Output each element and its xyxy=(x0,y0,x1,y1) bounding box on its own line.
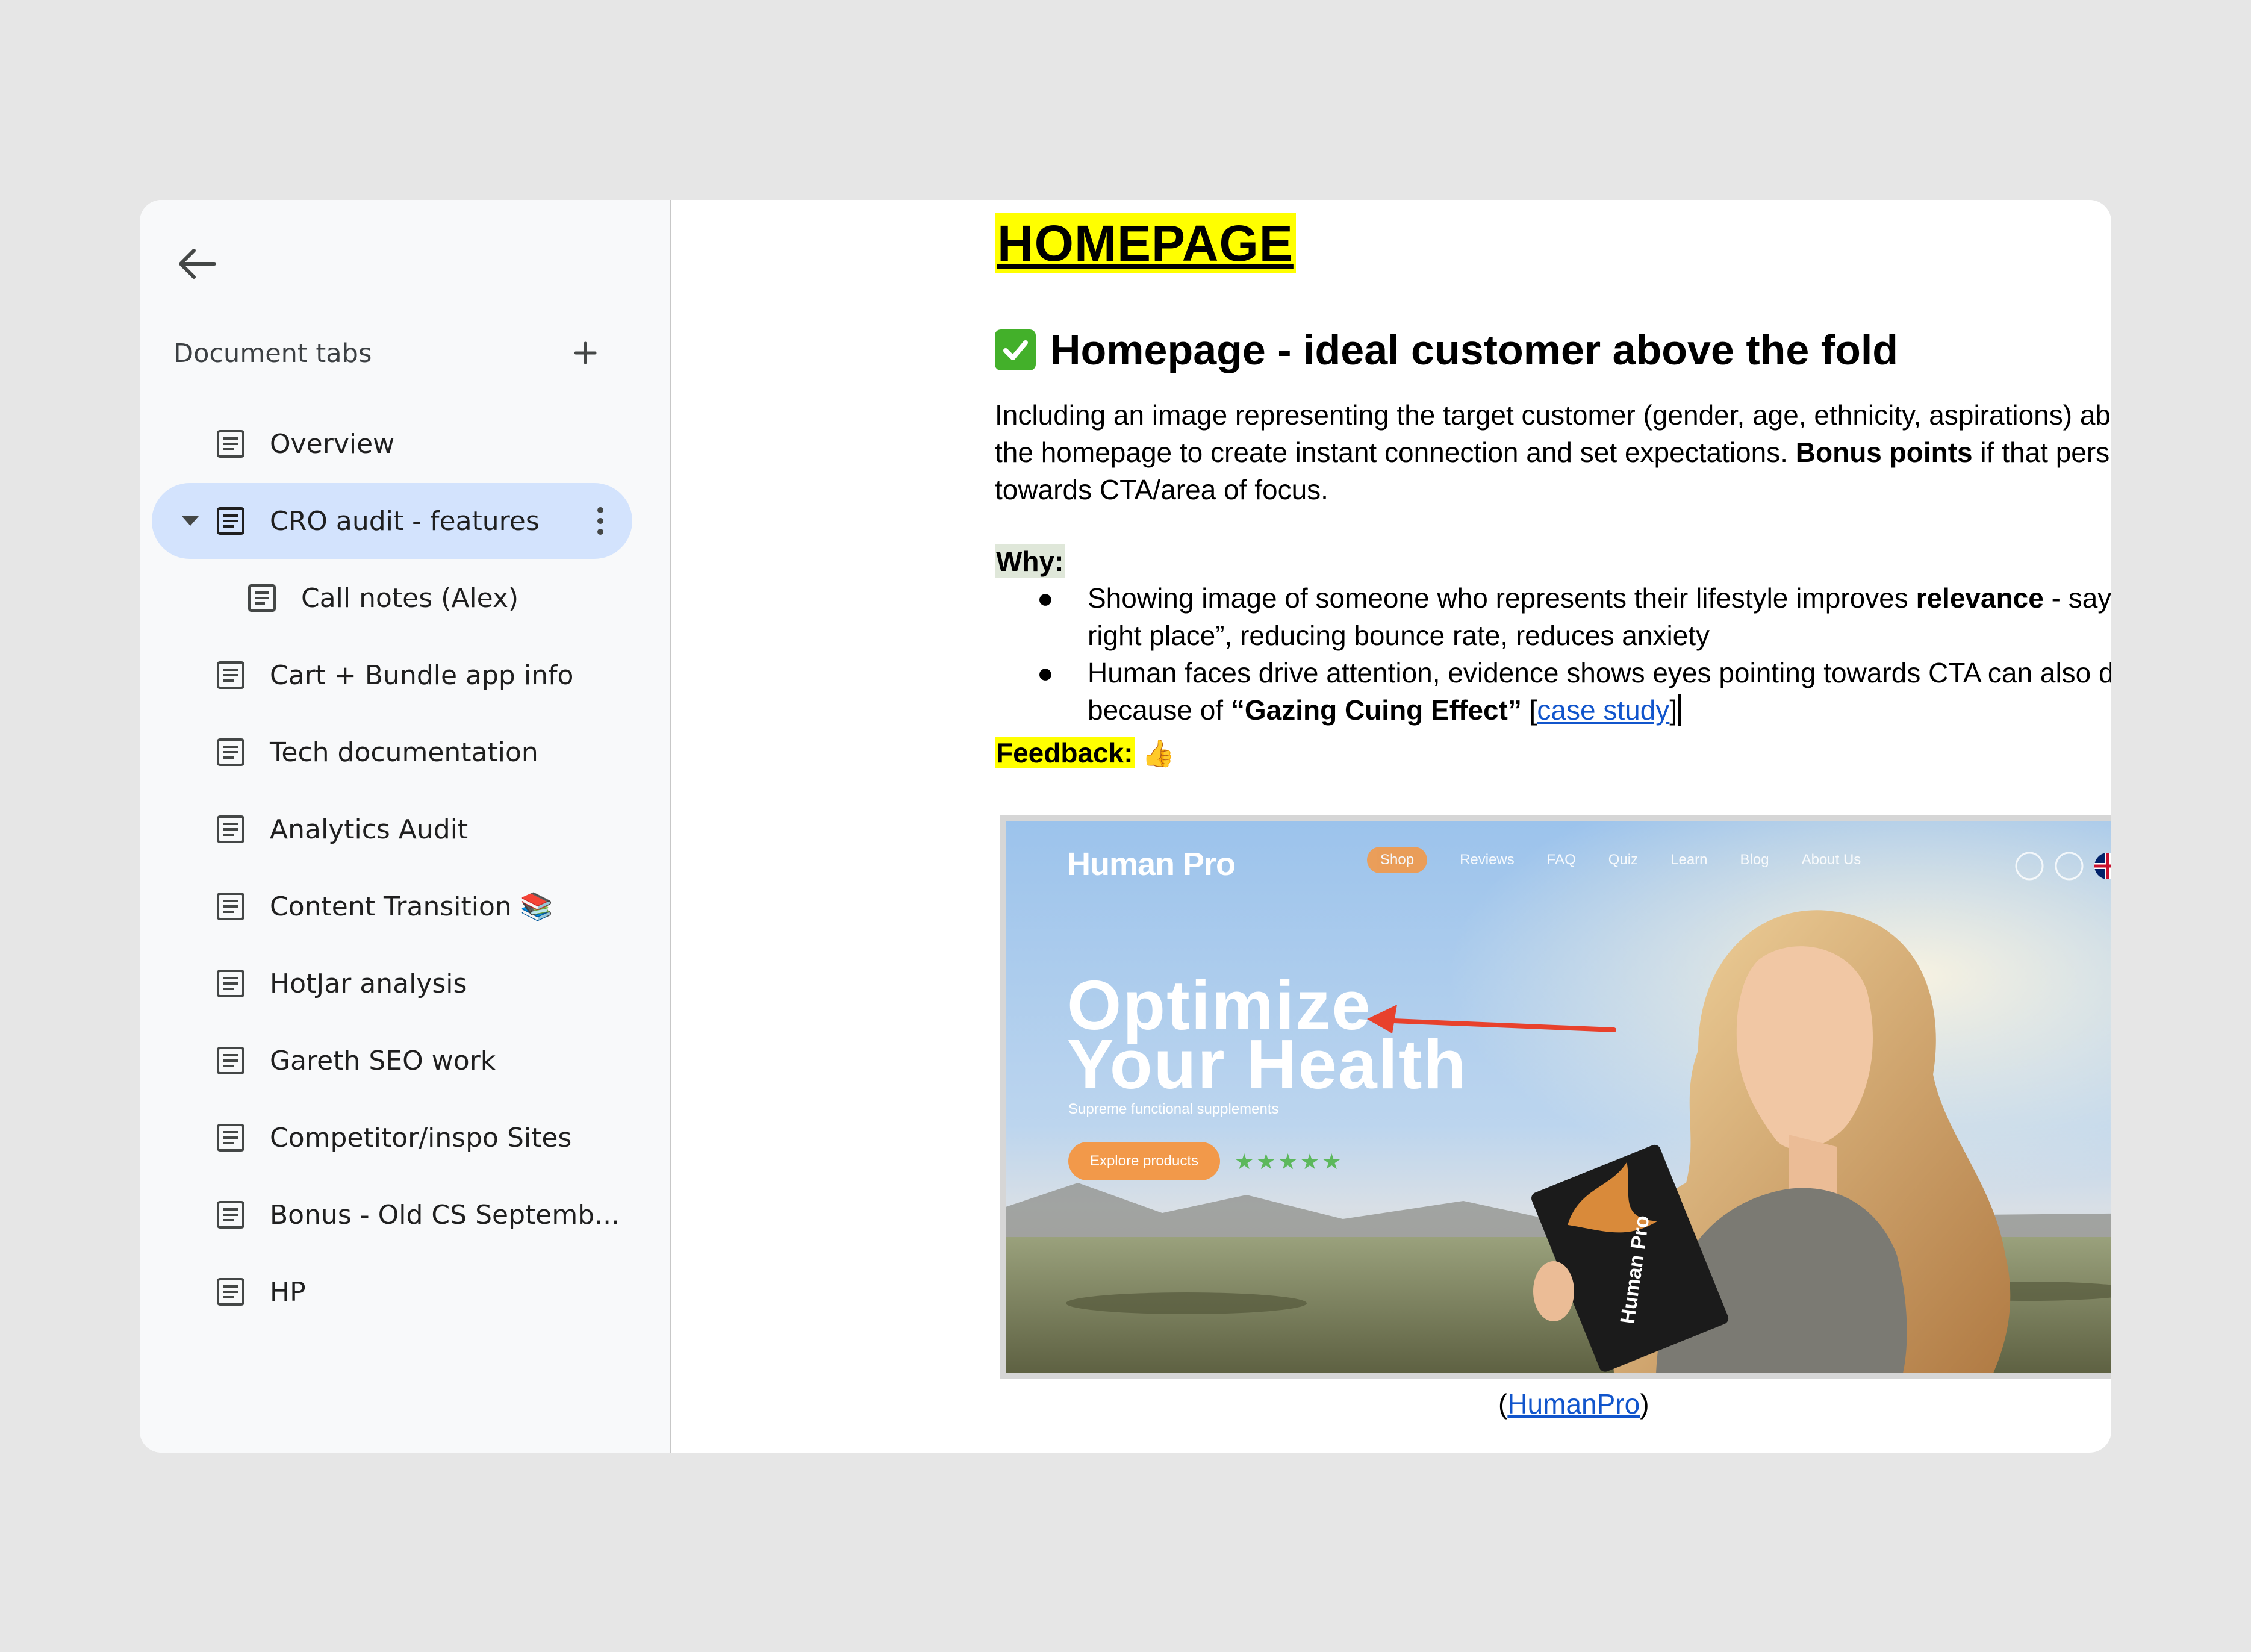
bracket-close: ] xyxy=(1669,694,1678,726)
humanpro-logo: Human Pro xyxy=(1067,846,1236,882)
tab-label: Bonus - Old CS Septemb... xyxy=(270,1199,620,1230)
section-heading-text: Homepage - ideal customer above the fold xyxy=(1050,326,1899,373)
tab-label: HotJar analysis xyxy=(270,968,467,999)
add-tab-button[interactable] xyxy=(555,323,615,383)
thumbs-up-icon: 👍 xyxy=(1142,739,1175,768)
intro-paragraph: Including an image representing the targ… xyxy=(995,396,2111,508)
document-icon xyxy=(217,507,244,535)
tab-label: Content Transition 📚 xyxy=(270,891,553,922)
document-icon xyxy=(217,1124,244,1152)
document-icon xyxy=(217,1047,244,1074)
tab-cart-bundle-app-info[interactable]: Cart + Bundle app info xyxy=(152,637,632,713)
document-tabs-heading: Document tabs xyxy=(173,338,372,369)
nav-learn: Learn xyxy=(1670,852,1708,868)
caption-paren-close: ) xyxy=(1640,1388,1649,1420)
tab-label: HP xyxy=(270,1276,306,1308)
nav-reviews: Reviews xyxy=(1460,852,1515,868)
caption-paren-open: ( xyxy=(1498,1388,1508,1420)
text-cursor xyxy=(1678,694,1681,726)
tab-label: Call notes (Alex) xyxy=(301,582,519,614)
bracket-open: [ xyxy=(1521,694,1537,726)
tab-label: Analytics Audit xyxy=(270,814,469,845)
tab-competitor-inspo-sites[interactable]: Competitor/inspo Sites xyxy=(152,1100,632,1176)
explore-products-button: Explore products xyxy=(1068,1142,1220,1180)
app-window: Document tabs Overview CRO audit - featu… xyxy=(140,200,2111,1453)
tab-label: Tech documentation xyxy=(270,737,538,768)
document-icon xyxy=(217,661,244,689)
humanpro-link[interactable]: HumanPro xyxy=(1507,1388,1640,1420)
tab-gareth-seo-work[interactable]: Gareth SEO work xyxy=(152,1023,632,1099)
feedback-row: Feedback: 👍 xyxy=(995,735,1175,772)
feedback-label: Feedback: xyxy=(995,737,1135,768)
document-icon xyxy=(217,430,244,458)
tab-analytics-audit[interactable]: Analytics Audit xyxy=(152,791,632,867)
hero-subtitle: Supreme functional supplements xyxy=(1068,1101,1279,1117)
humanpro-nav: Shop Reviews FAQ Quiz Learn Blog About U… xyxy=(1367,847,1861,873)
tab-label: CRO audit - features xyxy=(270,505,540,537)
tab-tech-documentation[interactable]: Tech documentation xyxy=(152,714,632,790)
nav-about-us: About Us xyxy=(1801,852,1861,868)
nav-faq: FAQ xyxy=(1546,852,1576,868)
document-icon xyxy=(217,1278,244,1306)
tab-hotjar-analysis[interactable]: HotJar analysis xyxy=(152,946,632,1021)
nav-blog: Blog xyxy=(1740,852,1769,868)
document-tabs-sidebar: Document tabs Overview CRO audit - featu… xyxy=(140,200,671,1453)
document-icon xyxy=(217,970,244,997)
why-label: Why: xyxy=(995,544,1065,578)
embedded-website-screenshot[interactable]: Human Pro Human Pro Shop Reviews FAQ Qui… xyxy=(1000,815,2111,1379)
case-study-link[interactable]: case study xyxy=(1537,694,1669,726)
bullet-text: Showing image of someone who represents … xyxy=(1088,582,1916,614)
section-heading: Homepage - ideal customer above the fold xyxy=(995,323,1898,377)
back-arrow-icon xyxy=(179,249,216,279)
list-item: ● Human faces drive attention, evidence s… xyxy=(995,654,2111,729)
tab-label: Competitor/inspo Sites xyxy=(270,1122,572,1153)
nav-shop: Shop xyxy=(1367,847,1428,873)
tab-call-notes-alex[interactable]: Call notes (Alex) xyxy=(152,560,632,636)
check-mark-icon xyxy=(995,329,1036,370)
tab-label: Cart + Bundle app info xyxy=(270,659,574,691)
nav-quiz: Quiz xyxy=(1608,852,1639,868)
hero-title-line-2: Your Health xyxy=(1067,1025,1468,1103)
document-icon xyxy=(217,738,244,766)
bonus-points-text: Bonus points xyxy=(1795,437,1973,468)
humanpro-homepage-image: Human Pro Human Pro Shop Reviews FAQ Qui… xyxy=(1006,821,2111,1373)
tab-content-transition[interactable]: Content Transition 📚 xyxy=(152,868,632,944)
tab-label: Gareth SEO work xyxy=(270,1045,496,1076)
tab-overview[interactable]: Overview xyxy=(152,406,632,482)
star-rating: ★★★★★ xyxy=(1234,1149,1344,1174)
relevance-text: relevance xyxy=(1916,582,2044,614)
tab-cro-audit-features[interactable]: CRO audit - features xyxy=(152,483,632,559)
gazing-cuing-effect-text: “Gazing Cuing Effect” xyxy=(1230,694,1522,726)
caret-down-icon[interactable] xyxy=(178,508,202,532)
why-bullet-list: ● Showing image of someone who represents… xyxy=(995,579,2111,729)
document-body[interactable]: HOMEPAGE Homepage - ideal customer above… xyxy=(670,200,2111,1453)
hero-title: Optimize Your Health xyxy=(1067,970,1609,1103)
tab-bonus-old-cs[interactable]: Bonus - Old CS Septemb... xyxy=(152,1177,632,1253)
list-item: ● Showing image of someone who represents… xyxy=(995,579,2111,654)
plus-icon xyxy=(574,341,597,364)
tab-hp[interactable]: HP xyxy=(152,1254,632,1330)
tab-label: Overview xyxy=(270,428,395,460)
document-icon xyxy=(217,815,244,843)
document-icon xyxy=(217,1201,244,1229)
image-caption: (HumanPro) xyxy=(1498,1385,1649,1423)
document-title: HOMEPAGE xyxy=(995,213,1296,273)
document-icon xyxy=(248,584,276,612)
back-button[interactable] xyxy=(166,234,226,294)
more-options-icon[interactable] xyxy=(581,501,620,541)
document-icon xyxy=(217,893,244,920)
